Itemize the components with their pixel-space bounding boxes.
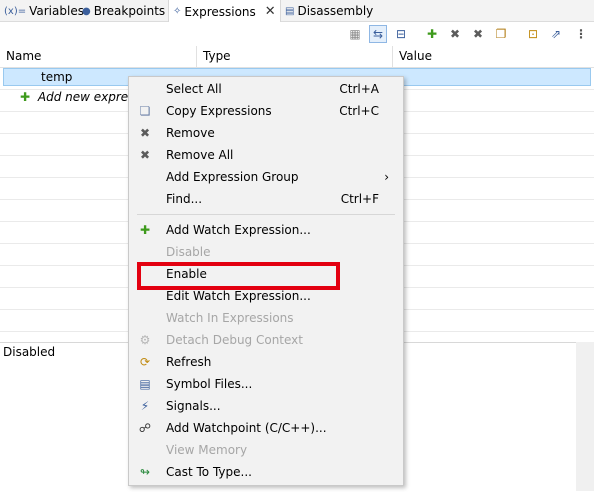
cast-icon: ↬ (139, 465, 151, 479)
tab-breakpoints-label: Breakpoints (93, 4, 166, 18)
collapse-all-icon[interactable]: ⊟ (392, 25, 410, 43)
tab-expressions[interactable]: ✧ Expressions ✕ (168, 0, 281, 23)
detail-scrollbar[interactable] (576, 342, 594, 491)
view-menu-icon[interactable]: ⋮ (572, 25, 590, 43)
paste-icon[interactable]: ❐ (492, 25, 510, 43)
tab-expressions-label: Expressions (184, 4, 256, 19)
show-logical-structure-icon[interactable]: ⇆ (369, 25, 387, 43)
column-type[interactable]: Type (197, 46, 393, 67)
menu-item-refresh[interactable]: ⟳ Refresh (129, 351, 403, 373)
menu-item-find[interactable]: Find... Ctrl+F (129, 188, 403, 210)
menu-item-add-watch-expression[interactable]: ✚ Add Watch Expression... (129, 219, 403, 241)
menu-item-signals[interactable]: ⚡ Signals... (129, 395, 403, 417)
menu-item-disable[interactable]: Disable (129, 241, 403, 263)
copy-icon: ❏ (139, 104, 151, 118)
menu-item-copy-expressions[interactable]: ❏ Copy Expressions Ctrl+C (129, 100, 403, 122)
menu-item-remove[interactable]: ✖ Remove (129, 122, 403, 144)
show-type-names-icon[interactable]: ▦ (346, 25, 364, 43)
menu-item-remove-all[interactable]: ✖ Remove All (129, 144, 403, 166)
remove-icon: ✖ (139, 126, 151, 140)
expressions-icon: ✧ (173, 6, 182, 17)
detach-icon: ⚙ (139, 333, 151, 347)
enable-highlight-box (137, 262, 340, 290)
tab-variables-label: Variables (29, 4, 84, 18)
menu-separator (137, 214, 395, 215)
layout-icon[interactable]: ⇗ (547, 25, 565, 43)
expression-name-temp: temp (41, 70, 73, 84)
add-icon: ✚ (20, 90, 31, 104)
menu-item-select-all[interactable]: Select All Ctrl+A (129, 78, 403, 100)
column-name[interactable]: Name (0, 46, 197, 67)
new-view-icon[interactable]: ⊡ (524, 25, 542, 43)
tab-breakpoints[interactable]: ● Breakpoints (78, 0, 169, 22)
remove-expression-icon[interactable]: ✖ (446, 25, 464, 43)
disassembly-icon: ▤ (285, 5, 295, 17)
menu-item-add-watchpoint[interactable]: ☍ Add Watchpoint (C/C++)... (129, 417, 403, 439)
tab-variables[interactable]: (x)= Variables (0, 0, 88, 22)
menu-item-watch-in-expressions[interactable]: Watch In Expressions (129, 307, 403, 329)
menu-item-detach-debug-context[interactable]: ⚙ Detach Debug Context (129, 329, 403, 351)
add-expression-icon[interactable]: ✚ (423, 25, 441, 43)
tab-disassembly[interactable]: ▤ Disassembly (281, 0, 377, 22)
add-icon: ✚ (139, 223, 151, 237)
add-new-expression-row[interactable]: ✚ Add new express (20, 88, 141, 106)
detail-text: Disabled (3, 345, 56, 359)
submenu-chevron-icon: › (384, 170, 389, 184)
remove-all-expressions-icon[interactable]: ✖ (469, 25, 487, 43)
column-header: Name Type Value (0, 46, 594, 68)
view-toolbar: ▦ ⇆ ⊟ ✚ ✖ ✖ ❐ ⊡ ⇗ ⋮ (0, 22, 594, 46)
watchpoint-icon: ☍ (138, 421, 152, 435)
symbol-files-icon: ▤ (139, 377, 151, 391)
menu-item-symbol-files[interactable]: ▤ Symbol Files... (129, 373, 403, 395)
signals-icon: ⚡ (140, 399, 150, 413)
breakpoints-icon: ● (82, 5, 91, 17)
refresh-icon: ⟳ (139, 355, 151, 369)
column-value[interactable]: Value (393, 46, 594, 67)
view-tab-bar: (x)= Variables ● Breakpoints ✧ Expressio… (0, 0, 594, 23)
menu-item-view-memory[interactable]: View Memory (129, 439, 403, 461)
add-new-expression-label: Add new express (37, 90, 141, 104)
remove-all-icon: ✖ (139, 148, 151, 162)
menu-item-add-expression-group[interactable]: Add Expression Group › (129, 166, 403, 188)
close-tab-icon[interactable]: ✕ (265, 4, 276, 19)
tab-disassembly-label: Disassembly (297, 4, 374, 18)
variables-icon: (x)= (4, 5, 27, 17)
menu-item-cast-to-type[interactable]: ↬ Cast To Type... (129, 461, 403, 483)
